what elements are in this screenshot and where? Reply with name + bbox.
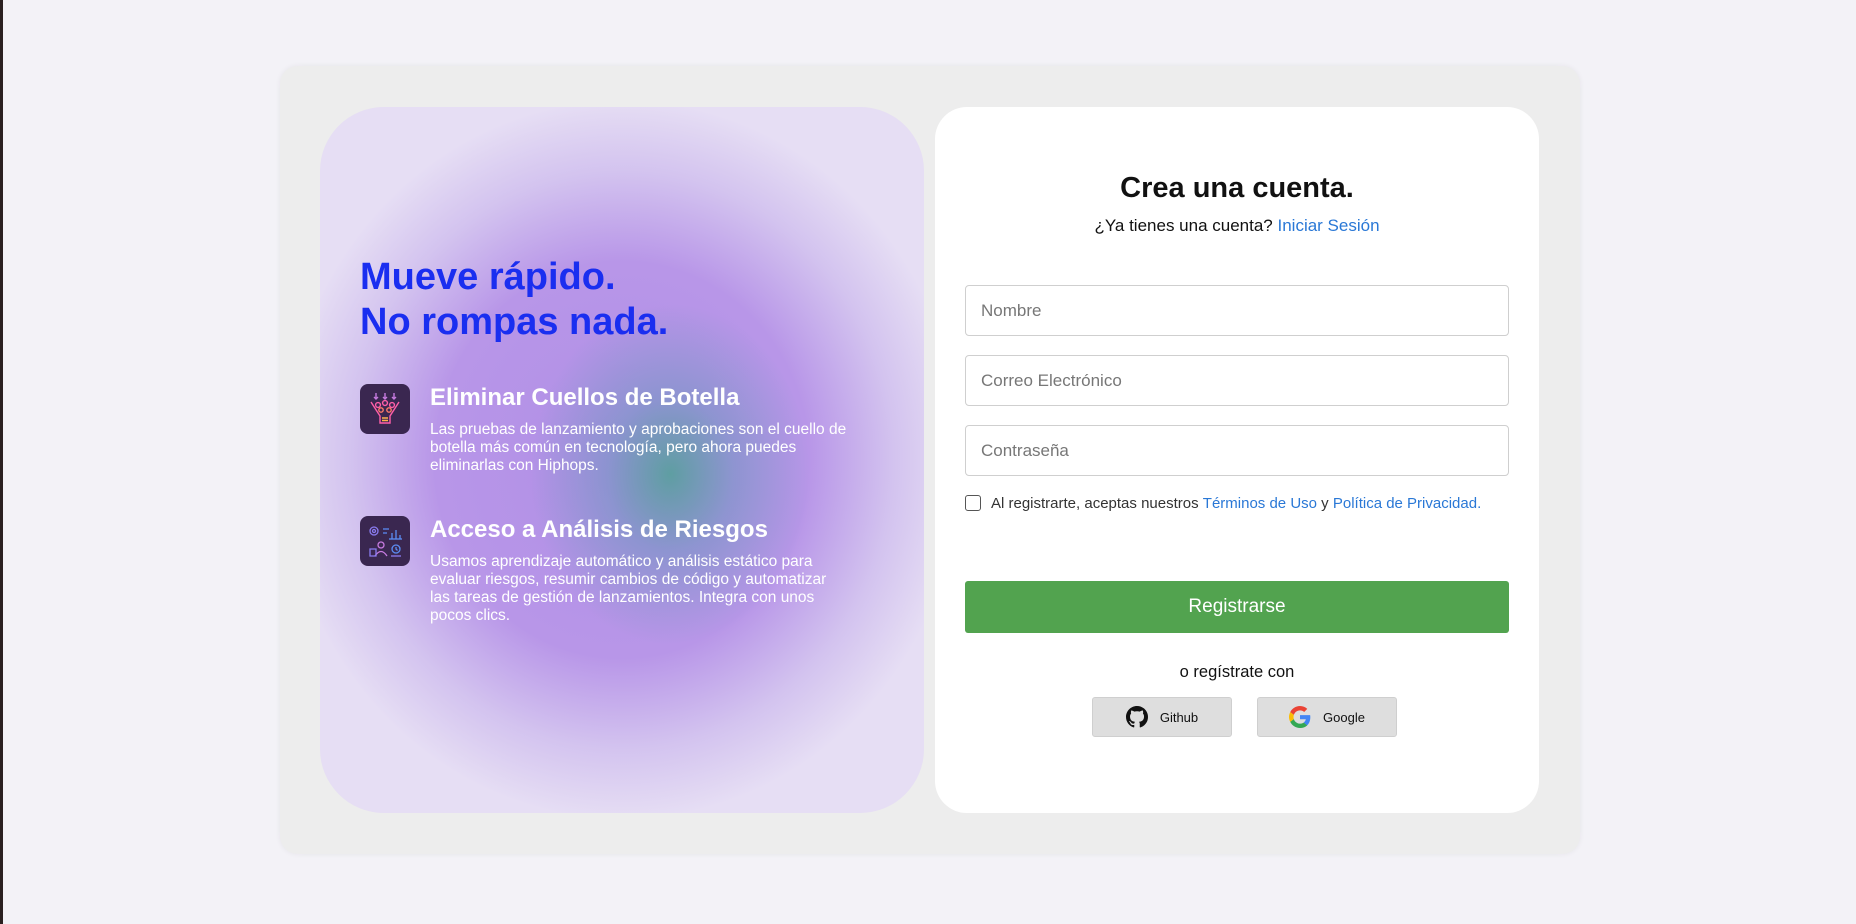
signup-card: Mueve rápido. No rompas nada. Eliminar C… [280,66,1580,854]
feature-description: Las pruebas de lanzamiento y aprobacione… [430,421,847,474]
feature-description: Usamos aprendizaje automático y análisis… [430,553,827,624]
terms-and: y [1321,494,1329,512]
signup-form-panel: Crea una cuenta. ¿Ya tienes una cuenta? … [935,107,1539,813]
feature-bottlenecks: Eliminar Cuellos de Botella Las pruebas … [360,384,880,504]
feature-title: Eliminar Cuellos de Botella [430,384,740,411]
google-label: Google [1323,709,1365,725]
promo-headline: Mueve rápido. No rompas nada. [360,255,880,345]
password-input[interactable] [965,425,1509,476]
login-link[interactable]: Iniciar Sesión [1277,216,1379,235]
terms-row: Al registrarte, aceptas nuestros Término… [965,493,1525,513]
login-prompt: ¿Ya tienes una cuenta? Iniciar Sesión [935,216,1539,236]
form-title: Crea una cuenta. [1120,172,1354,204]
alt-signup-label: o regístrate con [1179,663,1295,681]
register-button[interactable]: Registrarse [965,581,1509,633]
terms-suffix: . [1477,494,1482,512]
name-input[interactable] [965,285,1509,336]
feature-risk-analysis: Acceso a Análisis de Riesgos Usamos apre… [360,516,880,636]
google-signup-button[interactable]: Google [1257,697,1397,737]
window-edge [0,0,3,924]
terms-checkbox[interactable] [965,495,981,511]
github-signup-button[interactable]: Github [1092,697,1232,737]
login-prompt-text: ¿Ya tienes una cuenta? [1094,216,1273,235]
headline-line-1: Mueve rápido. [360,256,616,298]
terms-prefix: Al registrarte, aceptas nuestros [991,494,1199,512]
risk-analytics-icon [360,516,410,566]
feature-title: Acceso a Análisis de Riesgos [430,516,768,543]
headline-line-2: No rompas nada. [360,301,669,343]
github-label: Github [1159,709,1199,725]
promo-panel: Mueve rápido. No rompas nada. Eliminar C… [320,107,924,813]
bottleneck-funnel-icon [360,384,410,434]
github-icon [1125,706,1148,728]
terms-of-use-link[interactable]: Términos de Uso [1203,495,1317,512]
privacy-policy-link[interactable]: Política de Privacidad [1333,495,1477,512]
email-input[interactable] [965,355,1509,406]
google-icon [1289,706,1311,728]
